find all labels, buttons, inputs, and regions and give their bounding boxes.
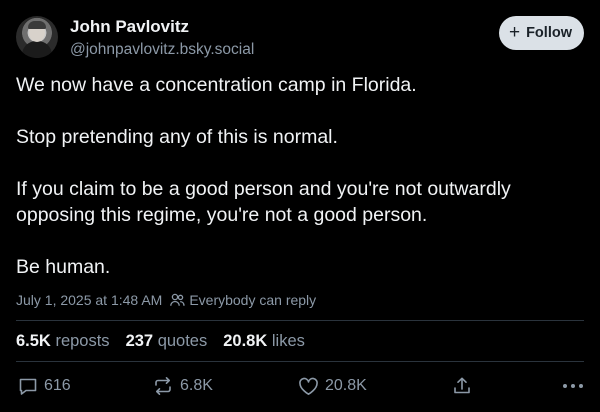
author-avatar[interactable]: [16, 16, 58, 58]
heart-icon: [298, 377, 319, 396]
divider: [16, 361, 584, 362]
follow-button[interactable]: + Follow: [498, 16, 584, 50]
share-icon: [452, 376, 472, 396]
avatar-body: [22, 41, 52, 58]
post-paragraph: Stop pretending any of this is normal.: [16, 126, 338, 148]
reply-setting-label: Everybody can reply: [189, 292, 317, 308]
author-display-name[interactable]: John Pavlovitz: [70, 16, 254, 38]
post-paragraph: Be human.: [16, 256, 111, 278]
engagement-stats: 6.5K reposts 237 quotes 20.8K likes: [16, 332, 305, 351]
reposts-count: 6.5K: [16, 332, 51, 350]
post-thread-item: John Pavlovitz @johnpavlovitz.bsky.socia…: [0, 0, 600, 412]
post-timestamp[interactable]: July 1, 2025 at 1:48 AM: [16, 292, 162, 308]
people-icon: [170, 293, 185, 307]
quotes-label: quotes: [157, 332, 208, 350]
author-names: John Pavlovitz @johnpavlovitz.bsky.socia…: [70, 16, 254, 61]
author-handle[interactable]: @johnpavlovitz.bsky.social: [70, 39, 254, 61]
share-button[interactable]: [452, 372, 472, 400]
quotes-stat[interactable]: 237 quotes: [126, 332, 208, 351]
post-meta: July 1, 2025 at 1:48 AM Everybody can re…: [16, 292, 316, 308]
divider: [16, 320, 584, 321]
like-button[interactable]: 20.8K: [298, 372, 367, 400]
ellipsis-icon: [562, 383, 584, 389]
repost-button[interactable]: 6.8K: [152, 372, 213, 400]
post-actions: 616 6.8K 20.8K: [16, 372, 584, 400]
reply-button[interactable]: 616: [18, 372, 71, 400]
post-text: We now have a concentration camp in Flor…: [16, 72, 586, 280]
reposts-label: reposts: [55, 332, 110, 350]
follow-button-label: Follow: [526, 25, 572, 41]
comment-icon: [18, 377, 38, 396]
quotes-count: 237: [125, 332, 154, 350]
repost-icon: [152, 376, 174, 396]
likes-label: likes: [271, 332, 305, 350]
like-count: 20.8K: [325, 377, 367, 394]
more-options-button[interactable]: [562, 372, 584, 400]
reply-setting: Everybody can reply: [170, 292, 316, 308]
likes-stat[interactable]: 20.8K likes: [223, 332, 305, 351]
reposts-stat[interactable]: 6.5K reposts: [16, 332, 110, 351]
repost-count: 6.8K: [180, 377, 213, 394]
avatar-hair: [28, 21, 46, 29]
post-paragraph: We now have a concentration camp in Flor…: [16, 74, 417, 96]
post-header: John Pavlovitz @johnpavlovitz.bsky.socia…: [16, 14, 584, 60]
post-paragraph: If you claim to be a good person and you…: [16, 178, 511, 226]
plus-icon: +: [508, 21, 521, 43]
reply-count: 616: [44, 377, 71, 394]
likes-count: 20.8K: [223, 332, 268, 350]
